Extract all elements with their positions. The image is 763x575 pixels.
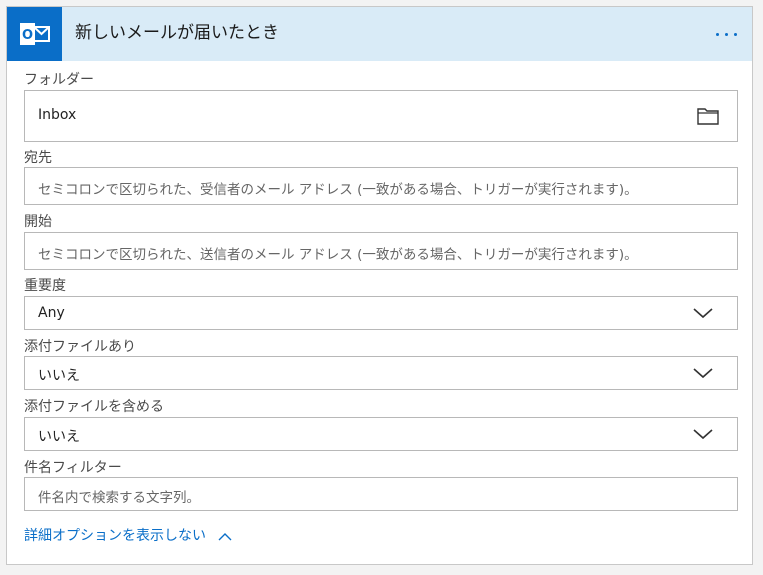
has-attachment-label: 添付ファイルあり — [24, 339, 136, 355]
from-label: 開始 — [24, 214, 52, 230]
subject-filter-label: 件名フィルター — [24, 460, 122, 476]
has-attachment-value: いいえ — [38, 368, 80, 384]
to-field[interactable]: セミコロンで区切られた、受信者のメール アドレス (一致がある場合、トリガーが実… — [24, 167, 738, 205]
include-attachments-value: いいえ — [38, 429, 80, 445]
trigger-card: O 新しいメールが届いたとき フォルダー Inbox 宛先 セミコロンで区切られ… — [6, 6, 753, 565]
importance-label: 重要度 — [24, 278, 66, 294]
to-label: 宛先 — [24, 150, 52, 166]
folder-label: フォルダー — [24, 72, 94, 88]
chevron-down-icon[interactable] — [693, 306, 713, 320]
importance-value: Any — [38, 305, 65, 321]
more-icon[interactable] — [712, 24, 742, 44]
to-placeholder: セミコロンで区切られた、受信者のメール アドレス (一致がある場合、トリガーが実… — [38, 182, 638, 198]
outlook-icon: O — [7, 7, 62, 61]
include-attachments-select[interactable]: いいえ — [24, 417, 738, 451]
subject-filter-field[interactable]: 件名内で検索する文字列。 — [24, 477, 738, 511]
card-header[interactable]: O 新しいメールが届いたとき — [7, 7, 752, 61]
chevron-up-icon — [218, 532, 232, 540]
chevron-down-icon[interactable] — [693, 427, 713, 441]
include-attachments-label: 添付ファイルを含める — [24, 399, 164, 415]
svg-text:O: O — [22, 28, 33, 43]
folder-field[interactable]: Inbox — [24, 90, 738, 142]
card-title: 新しいメールが届いたとき — [75, 23, 279, 43]
from-placeholder: セミコロンで区切られた、送信者のメール アドレス (一致がある場合、トリガーが実… — [38, 247, 638, 263]
importance-select[interactable]: Any — [24, 296, 738, 330]
advanced-link-label: 詳細オプションを表示しない — [24, 528, 206, 544]
folder-value: Inbox — [38, 107, 77, 123]
chevron-down-icon[interactable] — [693, 366, 713, 380]
folder-icon[interactable] — [697, 106, 719, 126]
subject-filter-placeholder: 件名内で検索する文字列。 — [38, 490, 200, 506]
has-attachment-select[interactable]: いいえ — [24, 356, 738, 390]
from-field[interactable]: セミコロンで区切られた、送信者のメール アドレス (一致がある場合、トリガーが実… — [24, 232, 738, 270]
hide-advanced-options-link[interactable]: 詳細オプションを表示しない — [24, 527, 232, 545]
